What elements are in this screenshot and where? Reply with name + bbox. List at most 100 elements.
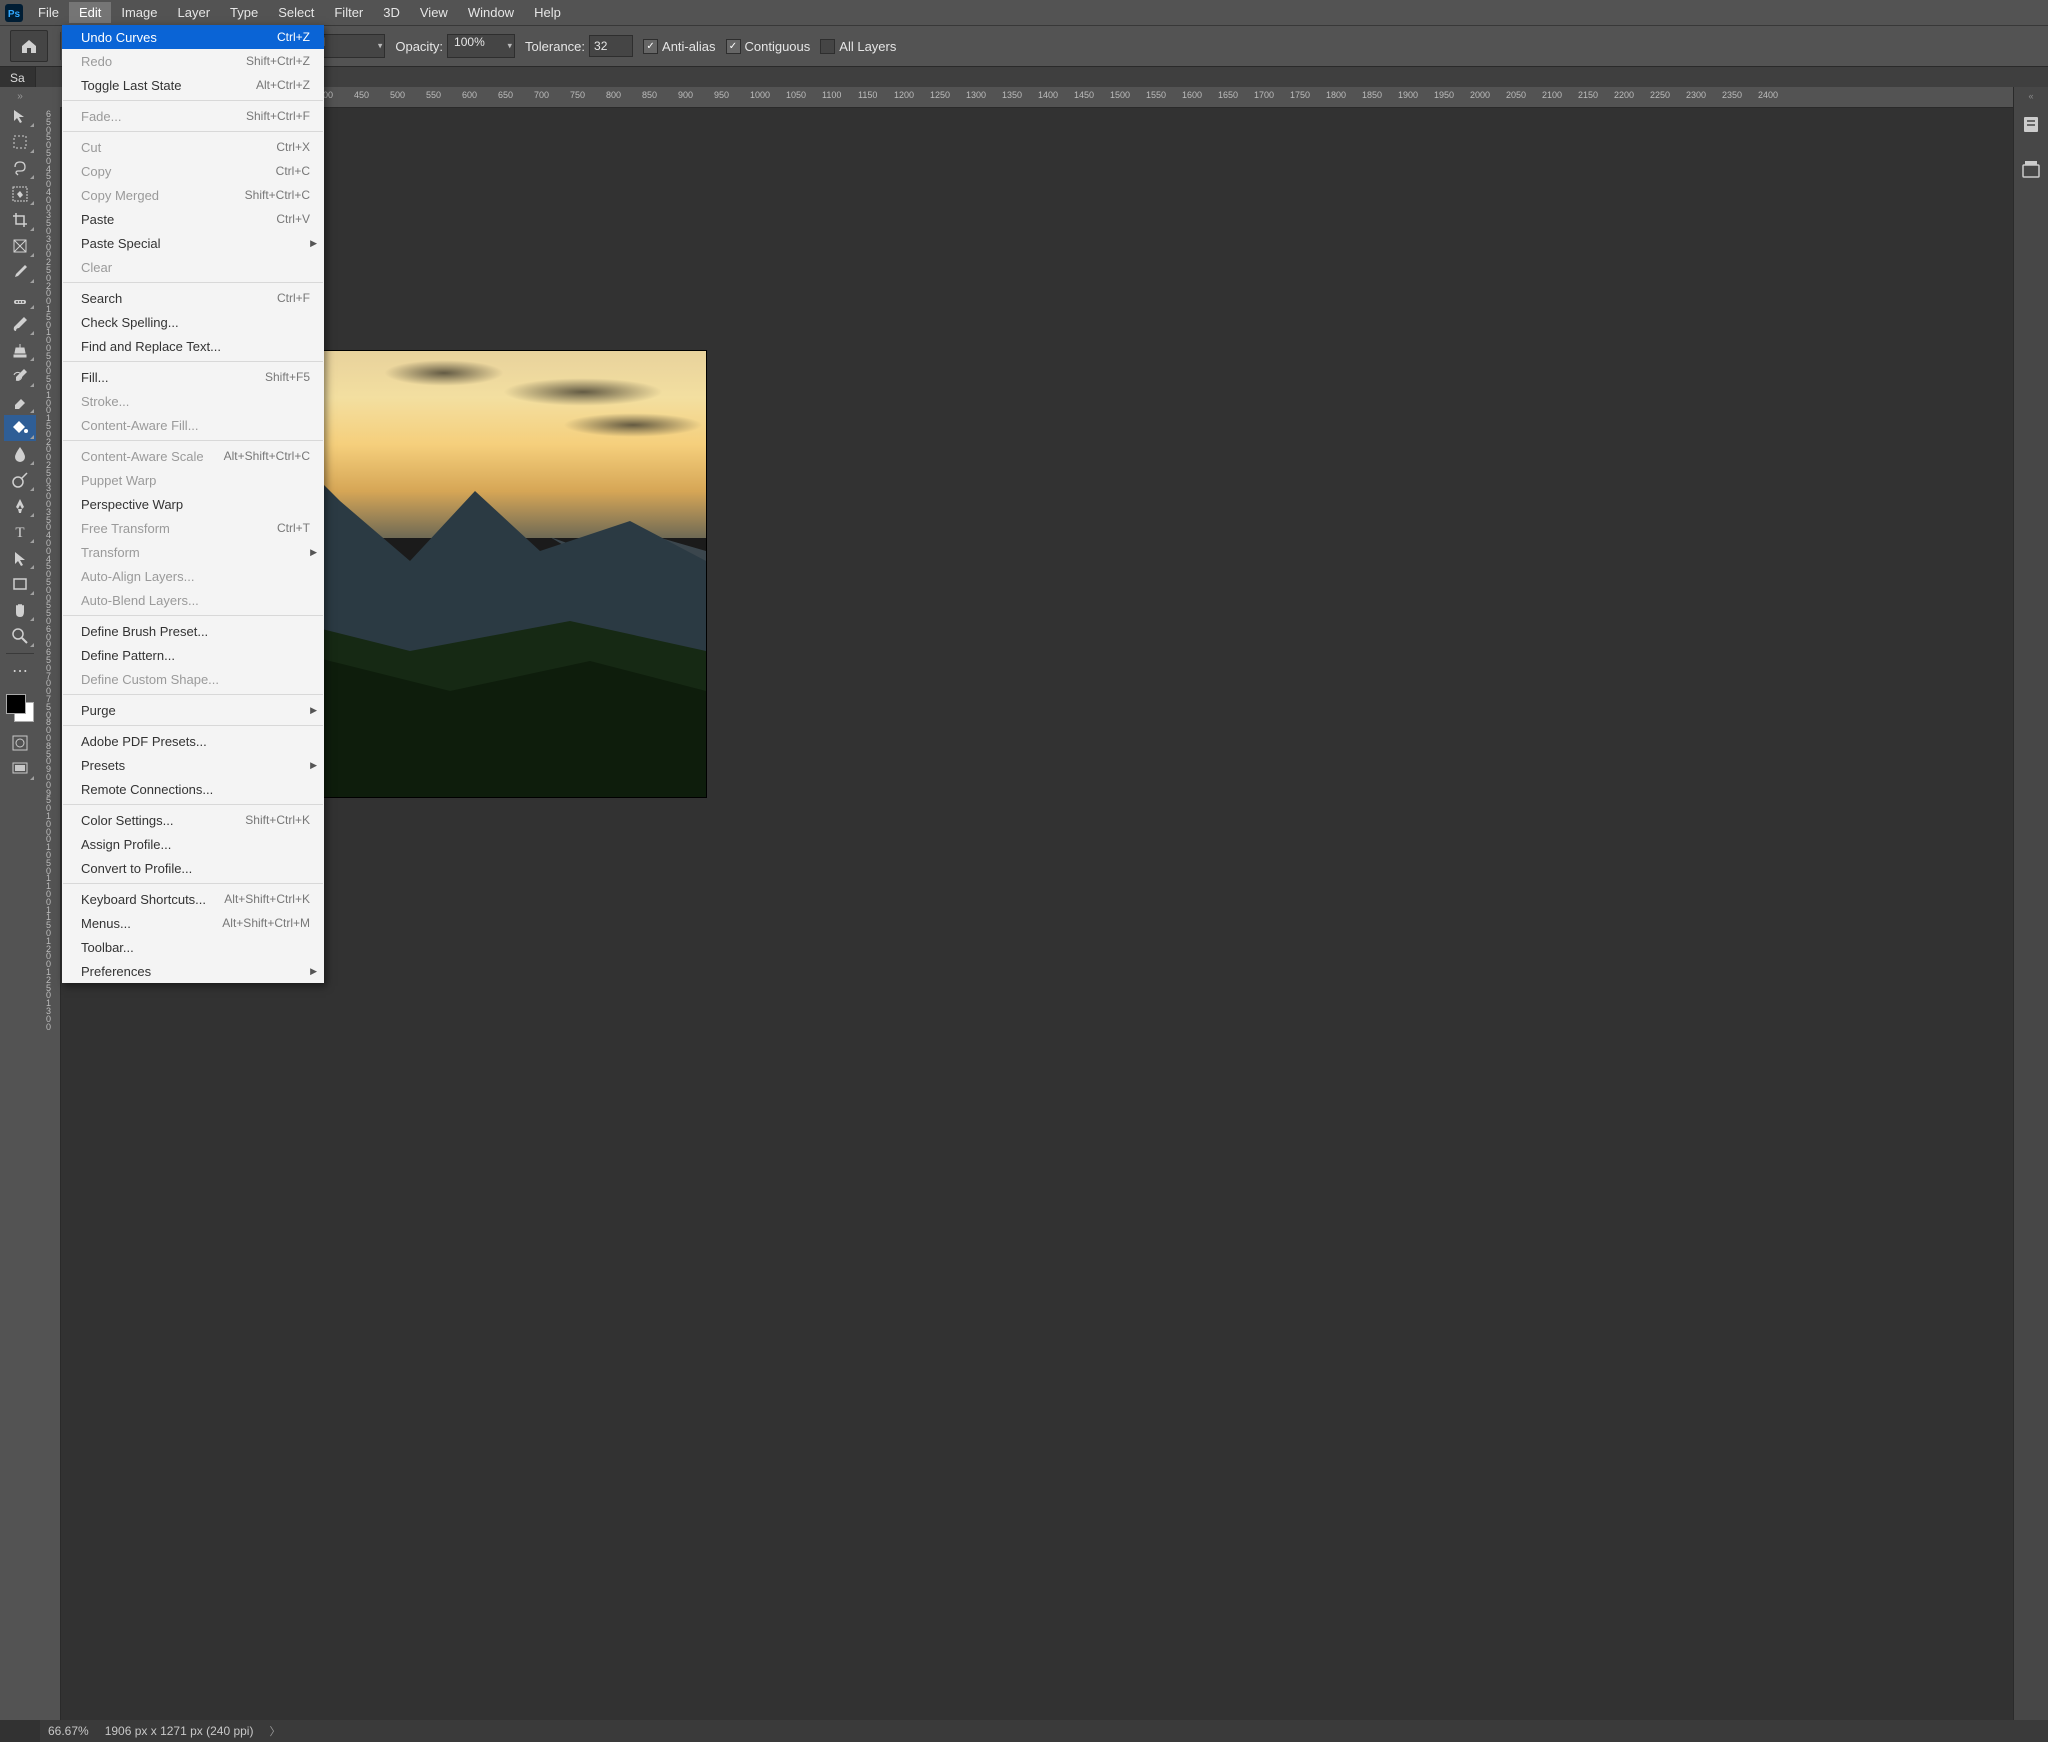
- libraries-panel-icon[interactable]: [2019, 157, 2043, 181]
- document-tab[interactable]: Sa: [0, 67, 36, 89]
- ruler-tick: 1400: [1038, 90, 1058, 100]
- ruler-tick: 650: [498, 90, 513, 100]
- menu-item-undo-curves[interactable]: Undo Curves Ctrl+Z: [62, 25, 324, 49]
- anti-alias-checkbox[interactable]: ✓ Anti-alias: [643, 39, 715, 54]
- menu-item-perspective-warp[interactable]: Perspective Warp: [62, 492, 324, 516]
- hand-tool[interactable]: [4, 597, 36, 623]
- eraser-tool[interactable]: [4, 389, 36, 415]
- menu-file[interactable]: File: [28, 2, 69, 23]
- move-tool[interactable]: [4, 103, 36, 129]
- zoom-tool[interactable]: [4, 623, 36, 649]
- screen-mode-button[interactable]: [4, 756, 36, 782]
- menu-item-color-settings[interactable]: Color Settings...Shift+Ctrl+K: [62, 808, 324, 832]
- all-layers-checkbox[interactable]: All Layers: [820, 39, 896, 54]
- type-tool[interactable]: T: [4, 519, 36, 545]
- frame-tool[interactable]: [4, 233, 36, 259]
- foreground-color-swatch[interactable]: [6, 694, 26, 714]
- crop-tool[interactable]: [4, 207, 36, 233]
- clone-stamp-tool[interactable]: [4, 337, 36, 363]
- hand-tool-icon: [11, 601, 29, 619]
- menu-item-paste-special[interactable]: Paste Special▶: [62, 231, 324, 255]
- menu-item-cut: CutCtrl+X: [62, 135, 324, 159]
- menu-help[interactable]: Help: [524, 2, 571, 23]
- ruler-tick: 1750: [1290, 90, 1310, 100]
- menu-item-preferences[interactable]: Preferences▶: [62, 959, 324, 983]
- paint-bucket-tool[interactable]: [4, 415, 36, 441]
- menu-item-purge[interactable]: Purge▶: [62, 698, 324, 722]
- menu-layer[interactable]: Layer: [168, 2, 221, 23]
- menu-view[interactable]: View: [410, 2, 458, 23]
- menu-item-adobe-pdf-presets[interactable]: Adobe PDF Presets...: [62, 729, 324, 753]
- menu-select[interactable]: Select: [268, 2, 324, 23]
- edit-toolbar-button[interactable]: ⋯: [4, 658, 36, 684]
- menu-item-label: Copy: [81, 164, 111, 179]
- menu-item-auto-align-layers: Auto-Align Layers...: [62, 564, 324, 588]
- healing-brush-tool[interactable]: [4, 285, 36, 311]
- menu-item-label: Presets: [81, 758, 125, 773]
- menu-item-keyboard-shortcuts[interactable]: Keyboard Shortcuts...Alt+Shift+Ctrl+K: [62, 887, 324, 911]
- canvas-area: 5010015020025030035040045050055060065070…: [40, 87, 2014, 1720]
- marquee-tool[interactable]: [4, 129, 36, 155]
- dodge-tool[interactable]: [4, 467, 36, 493]
- vertical-ruler[interactable]: 6505050450400350300250200150100500501001…: [40, 107, 61, 1720]
- menu-item-remote-connections[interactable]: Remote Connections...: [62, 777, 324, 801]
- color-swatches[interactable]: [4, 692, 36, 724]
- menu-item-define-pattern[interactable]: Define Pattern...: [62, 643, 324, 667]
- ruler-tick: 2050: [1506, 90, 1526, 100]
- object-selection-tool[interactable]: [4, 181, 36, 207]
- contiguous-checkbox[interactable]: ✓ Contiguous: [726, 39, 811, 54]
- blur-tool[interactable]: [4, 441, 36, 467]
- menu-item-shortcut: Shift+Ctrl+Z: [246, 54, 310, 68]
- menu-window[interactable]: Window: [458, 2, 524, 23]
- menu-item-label: Undo Curves: [81, 30, 157, 45]
- brush-tool[interactable]: [4, 311, 36, 337]
- menu-item-copy: CopyCtrl+C: [62, 159, 324, 183]
- menu-filter[interactable]: Filter: [324, 2, 373, 23]
- ruler-tick: 1450: [1074, 90, 1094, 100]
- menu-type[interactable]: Type: [220, 2, 268, 23]
- toolbar-grip[interactable]: »: [0, 89, 40, 103]
- menu-edit[interactable]: Edit: [69, 2, 111, 23]
- menu-item-redo: RedoShift+Ctrl+Z: [62, 49, 324, 73]
- ruler-tick: 2250: [1650, 90, 1670, 100]
- horizontal-ruler[interactable]: 5010015020025030035040045050055060065070…: [40, 87, 2014, 108]
- history-brush-tool[interactable]: [4, 363, 36, 389]
- lasso-tool[interactable]: [4, 155, 36, 181]
- status-chevron-icon[interactable]: 〉: [269, 1723, 280, 1739]
- menu-item-fill[interactable]: Fill...Shift+F5: [62, 365, 324, 389]
- menu-3d[interactable]: 3D: [373, 2, 410, 23]
- menu-item-convert-to-profile[interactable]: Convert to Profile...: [62, 856, 324, 880]
- menu-item-define-brush-preset[interactable]: Define Brush Preset...: [62, 619, 324, 643]
- menu-item-menus[interactable]: Menus...Alt+Shift+Ctrl+M: [62, 911, 324, 935]
- rectangle-tool[interactable]: [4, 571, 36, 597]
- blur-tool-icon: [11, 445, 29, 463]
- menu-item-find-and-replace-text[interactable]: Find and Replace Text...: [62, 334, 324, 358]
- ruler-tick: 950: [714, 90, 729, 100]
- menu-item-toolbar[interactable]: Toolbar...: [62, 935, 324, 959]
- ruler-tick: 1300: [966, 90, 986, 100]
- dock-grip[interactable]: «: [2014, 89, 2048, 103]
- learn-panel-icon[interactable]: [2019, 113, 2043, 137]
- menu-item-check-spelling[interactable]: Check Spelling...: [62, 310, 324, 334]
- menu-item-paste[interactable]: PasteCtrl+V: [62, 207, 324, 231]
- quick-mask-button[interactable]: [4, 730, 36, 756]
- path-selection-tool[interactable]: [4, 545, 36, 571]
- menu-image[interactable]: Image: [111, 2, 167, 23]
- menu-item-toggle-last-state[interactable]: Toggle Last StateAlt+Ctrl+Z: [62, 73, 324, 97]
- home-button[interactable]: [10, 30, 48, 62]
- menu-item-copy-merged: Copy MergedShift+Ctrl+C: [62, 183, 324, 207]
- eyedropper-tool[interactable]: [4, 259, 36, 285]
- menu-item-shortcut: Ctrl+Z: [277, 30, 310, 44]
- tolerance-input[interactable]: [589, 35, 633, 57]
- menu-item-label: Purge: [81, 703, 116, 718]
- menu-item-label: Find and Replace Text...: [81, 339, 221, 354]
- eraser-tool-icon: [11, 393, 29, 411]
- pen-tool[interactable]: [4, 493, 36, 519]
- document-dimensions[interactable]: 1906 px x 1271 px (240 ppi): [105, 1724, 254, 1738]
- menu-item-presets[interactable]: Presets▶: [62, 753, 324, 777]
- ruler-tick: 1600: [1182, 90, 1202, 100]
- opacity-field[interactable]: 100% ▾: [447, 34, 515, 58]
- zoom-level[interactable]: 66.67%: [48, 1724, 89, 1738]
- menu-item-assign-profile[interactable]: Assign Profile...: [62, 832, 324, 856]
- menu-item-search[interactable]: SearchCtrl+F: [62, 286, 324, 310]
